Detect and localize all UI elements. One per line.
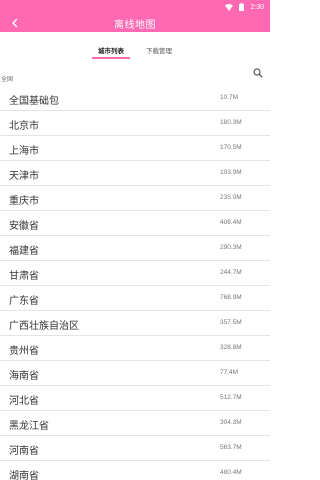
list-item[interactable]: 河北省 512.7M	[0, 386, 270, 411]
city-size: 328.8M	[220, 344, 242, 351]
status-bar: 2:30	[0, 0, 270, 14]
city-size: 103.9M	[220, 169, 242, 176]
city-size: 406.4M	[220, 219, 242, 226]
wifi-icon	[225, 3, 234, 11]
city-size: 235.0M	[220, 194, 242, 201]
city-size: 244.7M	[220, 269, 242, 276]
city-name: 全国基础包	[9, 96, 59, 107]
city-size: 563.7M	[220, 444, 242, 451]
city-name: 天津市	[9, 171, 39, 182]
city-name: 海南省	[9, 371, 39, 382]
city-list: 全国基础包 10.7M 北京市 180.3M 上海市 170.5M 天津市 10…	[0, 86, 270, 480]
city-name: 河北省	[9, 396, 39, 407]
section-header: 全国	[0, 64, 270, 84]
list-item[interactable]: 河南省 563.7M	[0, 436, 270, 461]
city-size: 512.7M	[220, 394, 242, 401]
city-size: 290.3M	[220, 244, 242, 251]
city-name: 河南省	[9, 446, 39, 457]
search-icon[interactable]	[252, 67, 264, 79]
city-size: 304.3M	[220, 419, 242, 426]
city-name: 黑龙江省	[9, 421, 49, 432]
city-size: 180.3M	[220, 119, 242, 126]
list-item[interactable]: 上海市 170.5M	[0, 136, 270, 161]
tab-bar: 城市列表 下载管理	[0, 40, 270, 60]
tab-download-manager-label: 下载管理	[146, 47, 172, 55]
city-name: 安徽省	[9, 221, 39, 232]
list-item[interactable]: 福建省 290.3M	[0, 236, 270, 261]
city-name: 广西壮族自治区	[9, 321, 79, 332]
list-item[interactable]: 重庆市 235.0M	[0, 186, 270, 211]
city-name: 北京市	[9, 121, 39, 132]
list-item[interactable]: 湖南省 480.4M	[0, 461, 270, 480]
city-name: 上海市	[9, 146, 39, 157]
city-size: 480.4M	[220, 469, 242, 476]
city-name: 广东省	[9, 296, 39, 307]
city-name: 福建省	[9, 246, 39, 257]
city-name: 湖南省	[9, 471, 39, 480]
list-item[interactable]: 天津市 103.9M	[0, 161, 270, 186]
tab-city-list[interactable]: 城市列表	[91, 40, 131, 60]
section-label: 全国	[1, 76, 14, 83]
list-item[interactable]: 黑龙江省 304.3M	[0, 411, 270, 436]
city-name: 甘肃省	[9, 271, 39, 282]
page-title: 离线地图	[114, 19, 156, 31]
back-arrow-icon[interactable]	[8, 16, 22, 30]
tab-download-manager[interactable]: 下载管理	[139, 40, 179, 60]
city-name: 重庆市	[9, 196, 39, 207]
tab-city-list-label: 城市列表	[98, 47, 124, 55]
list-item[interactable]: 全国基础包 10.7M	[0, 86, 270, 111]
city-name: 贵州省	[9, 346, 39, 357]
list-item[interactable]: 北京市 180.3M	[0, 111, 270, 136]
status-time: 2:30	[250, 3, 264, 11]
list-item[interactable]: 安徽省 406.4M	[0, 211, 270, 236]
city-size: 170.5M	[220, 144, 242, 151]
list-item[interactable]: 甘肃省 244.7M	[0, 261, 270, 286]
list-item[interactable]: 贵州省 328.8M	[0, 336, 270, 361]
city-size: 10.7M	[220, 94, 239, 101]
battery-icon	[239, 3, 245, 11]
city-size: 357.5M	[220, 319, 242, 326]
app-bar: 离线地图	[0, 14, 270, 32]
list-item[interactable]: 广西壮族自治区 357.5M	[0, 311, 270, 336]
city-size: 77.4M	[220, 369, 239, 376]
list-item[interactable]: 广东省 768.9M	[0, 286, 270, 311]
list-item[interactable]: 海南省 77.4M	[0, 361, 270, 386]
city-size: 768.9M	[220, 294, 242, 301]
